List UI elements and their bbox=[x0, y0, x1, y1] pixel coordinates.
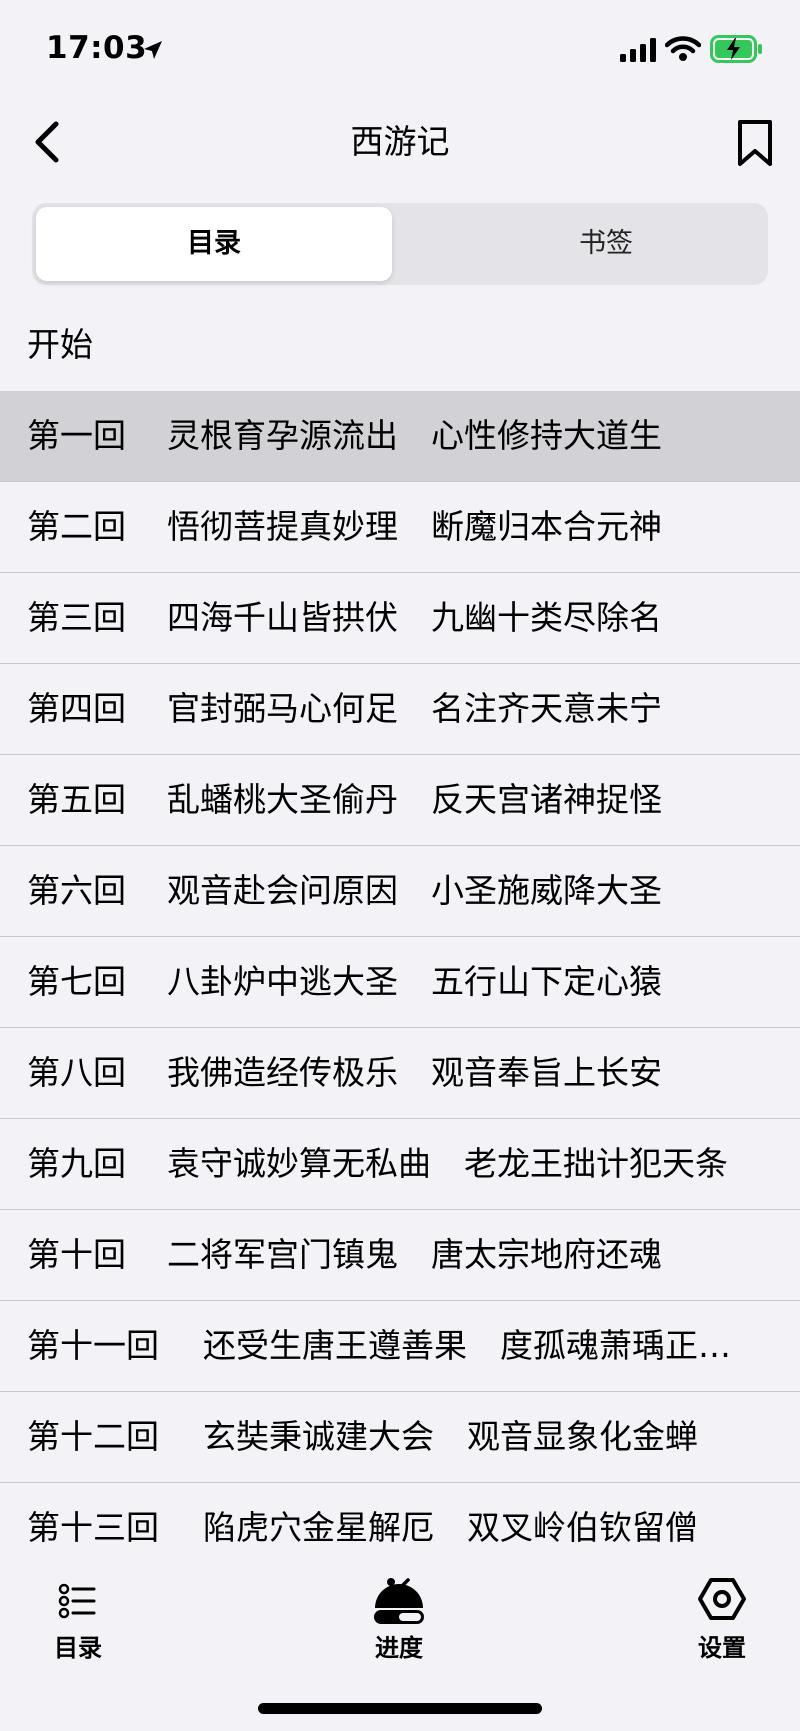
chapter-row[interactable]: 第十一回 还受生唐王遵善果 度孤魂萧瑀正… bbox=[0, 1301, 800, 1392]
wifi-icon bbox=[665, 36, 701, 61]
progress-icon bbox=[374, 1578, 424, 1624]
chapter-row[interactable]: 第七回 八卦炉中逃大圣 五行山下定心猿 bbox=[0, 937, 800, 1028]
chapter-number: 第二回 bbox=[27, 507, 126, 546]
chapter-number: 第五回 bbox=[27, 780, 126, 819]
book-title: 西游记 bbox=[350, 122, 450, 161]
status-bar: 17:03 bbox=[0, 0, 800, 100]
chapter-number: 第六回 bbox=[27, 871, 126, 910]
tab-progress-label: 进度 bbox=[375, 1634, 423, 1662]
chapter-row[interactable]: 第十三回 陷虎穴金星解厄 双叉岭伯钦留僧 bbox=[0, 1483, 800, 1562]
toc-bookmark-segmented-control: 目录 书签 bbox=[32, 203, 768, 285]
status-time: 17:03 bbox=[46, 30, 148, 66]
battery-charging-icon bbox=[710, 35, 762, 63]
chapter-number: 第一回 bbox=[27, 416, 126, 455]
chapter-title: 灵根育孕源流出 心性修持大道生 bbox=[167, 416, 662, 455]
chapter-title: 玄奘秉诚建大会 观音显象化金蝉 bbox=[203, 1417, 698, 1456]
settings-icon bbox=[698, 1578, 746, 1620]
chapter-title: 乱蟠桃大圣偷丹 反天宫诸神捉怪 bbox=[167, 780, 662, 819]
tab-toc-label: 目录 bbox=[54, 1634, 102, 1662]
chapter-number: 第十三回 bbox=[27, 1508, 159, 1547]
segment-bookmarks[interactable]: 书签 bbox=[428, 207, 784, 281]
chapter-row[interactable]: 第十二回 玄奘秉诚建大会 观音显象化金蝉 bbox=[0, 1392, 800, 1483]
chapter-title: 观音赴会问原因 小圣施威降大圣 bbox=[167, 871, 662, 910]
chapter-list: 第一回 灵根育孕源流出 心性修持大道生 第二回 悟彻菩提真妙理 断魔归本合元神 … bbox=[0, 391, 800, 1562]
tab-progress[interactable]: 进度 bbox=[339, 1572, 459, 1663]
chapter-title: 悟彻菩提真妙理 断魔归本合元神 bbox=[167, 507, 662, 546]
chapter-title: 八卦炉中逃大圣 五行山下定心猿 bbox=[167, 962, 662, 1001]
chapter-title: 还受生唐王遵善果 度孤魂萧瑀正… bbox=[203, 1326, 731, 1365]
chapter-row[interactable]: 第一回 灵根育孕源流出 心性修持大道生 bbox=[0, 391, 800, 482]
chapter-number: 第八回 bbox=[27, 1053, 126, 1092]
chapter-row[interactable]: 第五回 乱蟠桃大圣偷丹 反天宫诸神捉怪 bbox=[0, 755, 800, 846]
chapter-number: 第十回 bbox=[27, 1235, 126, 1274]
chapter-row[interactable]: 第四回 官封弼马心何足 名注齐天意未宁 bbox=[0, 664, 800, 755]
chapter-row[interactable]: 第二回 悟彻菩提真妙理 断魔归本合元神 bbox=[0, 482, 800, 573]
chapter-row[interactable]: 第九回 袁守诚妙算无私曲 老龙王拙计犯天条 bbox=[0, 1119, 800, 1210]
bookmark-icon[interactable] bbox=[734, 118, 776, 168]
chapter-title: 陷虎穴金星解厄 双叉岭伯钦留僧 bbox=[203, 1508, 698, 1547]
cellular-signal-icon bbox=[620, 38, 656, 62]
list-icon bbox=[58, 1583, 96, 1619]
segment-toc[interactable]: 目录 bbox=[36, 207, 392, 281]
tab-toc[interactable]: 目录 bbox=[18, 1572, 138, 1663]
chapter-row[interactable]: 第十回 二将军宫门镇鬼 唐太宗地府还魂 bbox=[0, 1210, 800, 1301]
section-header: 开始 bbox=[27, 325, 93, 364]
chapter-number: 第三回 bbox=[27, 598, 126, 637]
chapter-title: 官封弼马心何足 名注齐天意未宁 bbox=[167, 689, 662, 728]
tab-settings[interactable]: 设置 bbox=[662, 1572, 782, 1663]
location-arrow-icon bbox=[144, 41, 162, 59]
chapter-title: 二将军宫门镇鬼 唐太宗地府还魂 bbox=[167, 1235, 662, 1274]
chapter-number: 第四回 bbox=[27, 689, 126, 728]
chapter-title: 袁守诚妙算无私曲 老龙王拙计犯天条 bbox=[167, 1144, 728, 1183]
home-indicator[interactable] bbox=[258, 1703, 542, 1714]
chapter-row[interactable]: 第八回 我佛造经传极乐 观音奉旨上长安 bbox=[0, 1028, 800, 1119]
chapter-title: 我佛造经传极乐 观音奉旨上长安 bbox=[167, 1053, 662, 1092]
chapter-row[interactable]: 第六回 观音赴会问原因 小圣施威降大圣 bbox=[0, 846, 800, 937]
chapter-number: 第九回 bbox=[27, 1144, 126, 1183]
chapter-number: 第十一回 bbox=[27, 1326, 159, 1365]
tab-settings-label: 设置 bbox=[698, 1634, 746, 1662]
chapter-number: 第七回 bbox=[27, 962, 126, 1001]
chapter-row[interactable]: 第三回 四海千山皆拱伏 九幽十类尽除名 bbox=[0, 573, 800, 664]
chapter-title: 四海千山皆拱伏 九幽十类尽除名 bbox=[167, 598, 662, 637]
chapter-number: 第十二回 bbox=[27, 1417, 159, 1456]
